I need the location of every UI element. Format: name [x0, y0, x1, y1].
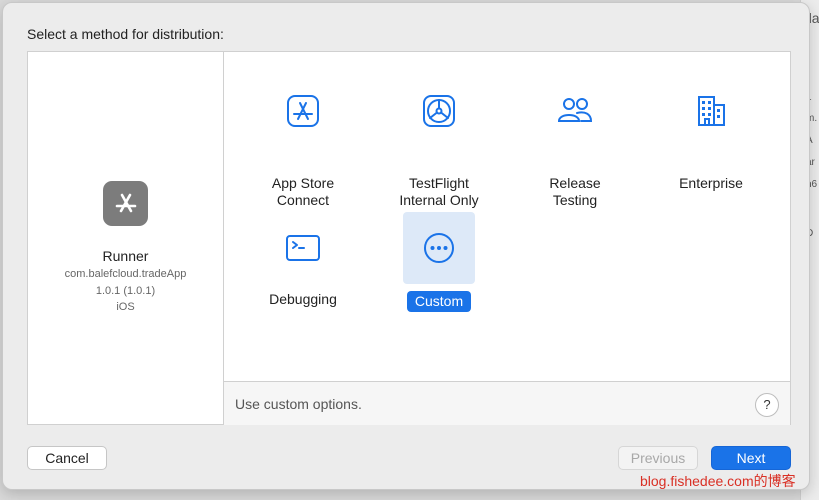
app-platform: iOS: [116, 301, 135, 313]
terminal-icon: [286, 235, 320, 261]
option-custom[interactable]: Custom: [403, 212, 475, 317]
app-store-icon: [287, 95, 319, 127]
app-summary-pane: Runner com.balefcloud.tradeApp 1.0.1 (1.…: [28, 52, 224, 424]
previous-button[interactable]: Previous: [618, 446, 698, 470]
option-label: Enterprise: [679, 175, 743, 191]
testflight-icon: [423, 95, 455, 127]
option-label: Release Testing: [549, 175, 601, 208]
building-icon: [698, 96, 725, 126]
dialog-title: Select a method for distribution:: [27, 26, 224, 42]
help-button[interactable]: ?: [755, 393, 779, 417]
option-label: Debugging: [269, 291, 337, 307]
cancel-button[interactable]: Cancel: [27, 446, 107, 470]
option-label-selected: Custom: [407, 291, 471, 312]
option-label: App Store Connect: [271, 175, 335, 208]
people-icon: [557, 98, 593, 122]
content-box: Runner com.balefcloud.tradeApp 1.0.1 (1.…: [27, 51, 791, 425]
app-name: Runner: [102, 248, 149, 264]
watermark-text: blog.fishedee.com的博客: [640, 473, 796, 489]
option-label: TestFlight Internal Only: [399, 175, 479, 208]
option-description: Use custom options.: [235, 396, 362, 412]
app-store-icon: [103, 181, 148, 226]
option-testflight[interactable]: TestFlight Internal Only: [399, 75, 479, 208]
ellipsis-icon: [424, 233, 454, 263]
option-release-testing[interactable]: Release Testing: [539, 75, 611, 208]
option-app-store-connect[interactable]: App Store Connect: [267, 75, 339, 208]
option-debugging[interactable]: Debugging: [267, 212, 339, 317]
method-options-pane: App Store Connect TestFlight Internal On…: [224, 52, 790, 425]
option-description-bar: Use custom options. ?: [224, 381, 790, 425]
distribution-dialog: Select a method for distribution: Runner…: [2, 2, 810, 490]
option-enterprise[interactable]: Enterprise: [675, 75, 747, 191]
bundle-id: com.balefcloud.tradeApp: [64, 268, 187, 280]
app-version: 1.0.1 (1.0.1): [95, 285, 156, 297]
next-button[interactable]: Next: [711, 446, 791, 470]
